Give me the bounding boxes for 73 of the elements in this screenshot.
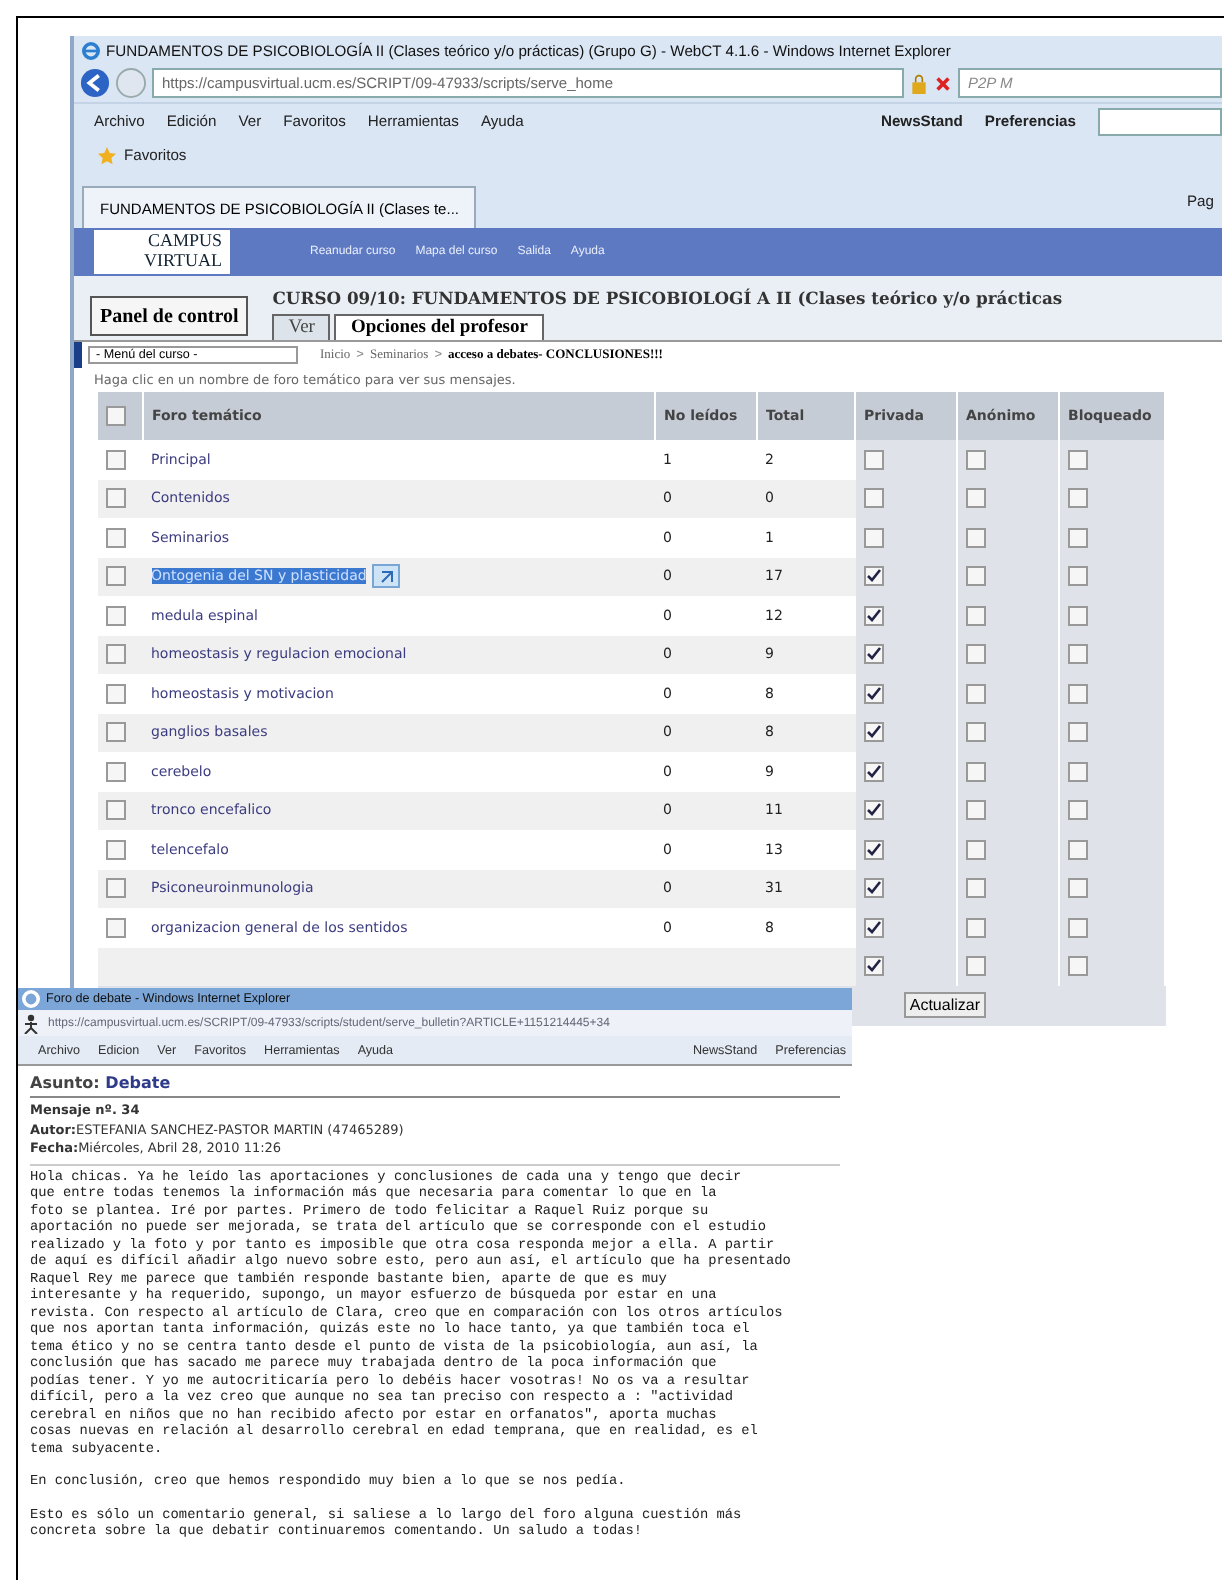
checkbox[interactable]	[966, 488, 986, 509]
row-checkbox[interactable]	[106, 917, 126, 938]
row-checkbox[interactable]	[106, 605, 126, 626]
checkbox[interactable]	[863, 605, 883, 626]
checkbox[interactable]	[863, 527, 883, 548]
checkbox[interactable]	[863, 839, 883, 860]
checkbox[interactable]	[863, 878, 883, 899]
row-checkbox[interactable]	[106, 761, 126, 782]
checkbox[interactable]	[966, 917, 986, 938]
checkbox[interactable]	[1068, 566, 1088, 587]
checkbox[interactable]	[863, 722, 883, 743]
row-checkbox[interactable]	[106, 683, 126, 704]
subject-value: Debate	[105, 1074, 171, 1092]
checkbox[interactable]	[1068, 761, 1088, 782]
row-checkbox[interactable]	[106, 722, 126, 743]
checkbox[interactable]	[1068, 644, 1088, 665]
star-icon	[98, 145, 116, 165]
browser-logo-icon	[22, 990, 40, 1008]
checkbox[interactable]	[863, 800, 883, 821]
tab[interactable]: Opciones del profesor	[334, 314, 544, 340]
checkbox[interactable]	[863, 956, 883, 977]
row-checkbox[interactable]	[106, 527, 126, 548]
checkbox[interactable]	[966, 605, 986, 626]
checkbox[interactable]	[966, 527, 986, 548]
row-checkbox[interactable]	[106, 800, 126, 821]
campus-virtual-logo[interactable]: CAMPUS VIRTUAL	[94, 230, 230, 274]
close-icon[interactable]	[934, 73, 952, 93]
checkbox[interactable]	[966, 449, 986, 470]
control-panel-button[interactable]: Panel de control	[90, 296, 249, 336]
checkbox[interactable]	[1068, 722, 1088, 743]
back-button-icon[interactable]	[80, 68, 110, 98]
row-checkbox[interactable]	[106, 566, 126, 587]
row-checkbox[interactable]	[106, 878, 126, 899]
popup-icon	[372, 564, 401, 589]
checkbox[interactable]	[1068, 956, 1088, 977]
checkbox[interactable]	[1068, 605, 1088, 626]
checkbox[interactable]	[863, 644, 883, 665]
checkbox[interactable]	[863, 917, 883, 938]
subject-label: Asunto:	[30, 1074, 100, 1092]
checkbox[interactable]	[966, 761, 986, 782]
checkbox[interactable]	[1068, 527, 1088, 548]
checkbox[interactable]	[1068, 449, 1088, 470]
checkbox[interactable]	[1068, 683, 1088, 704]
tab[interactable]: Ver	[272, 314, 331, 340]
row-checkbox[interactable]	[106, 839, 126, 860]
checkbox[interactable]	[966, 839, 986, 860]
checkbox[interactable]	[966, 800, 986, 821]
checkbox[interactable]	[863, 449, 883, 470]
row-checkbox[interactable]	[106, 449, 126, 470]
browser-logo-icon	[82, 41, 100, 59]
checkbox[interactable]	[1068, 800, 1088, 821]
checkbox[interactable]	[1068, 917, 1088, 938]
row-checkbox[interactable]	[106, 488, 126, 509]
select-all-checkbox[interactable]	[106, 406, 126, 426]
checkbox[interactable]	[966, 878, 986, 899]
checkbox[interactable]	[966, 566, 986, 587]
toolbar-field[interactable]	[1098, 107, 1222, 135]
update-button[interactable]: Actualizar	[903, 992, 986, 1018]
course-title: CURSO 09/10: FUNDAMENTOS DE PSICOBIOLOGÍ A II (Clases teórico y/o prácticas	[272, 288, 1063, 308]
checkbox[interactable]	[966, 956, 986, 977]
checkbox[interactable]	[966, 644, 986, 665]
checkbox[interactable]	[966, 722, 986, 743]
checkbox[interactable]	[863, 761, 883, 782]
row-checkbox[interactable]	[106, 644, 126, 665]
checkbox[interactable]	[863, 566, 883, 587]
checkbox[interactable]	[1068, 488, 1088, 509]
checkbox[interactable]	[863, 683, 883, 704]
checkbox[interactable]	[1068, 839, 1088, 860]
lock-icon	[910, 73, 928, 93]
checkbox[interactable]	[1068, 878, 1088, 899]
person-icon	[22, 1013, 40, 1033]
checkbox[interactable]	[966, 683, 986, 704]
checkbox[interactable]	[863, 488, 883, 509]
